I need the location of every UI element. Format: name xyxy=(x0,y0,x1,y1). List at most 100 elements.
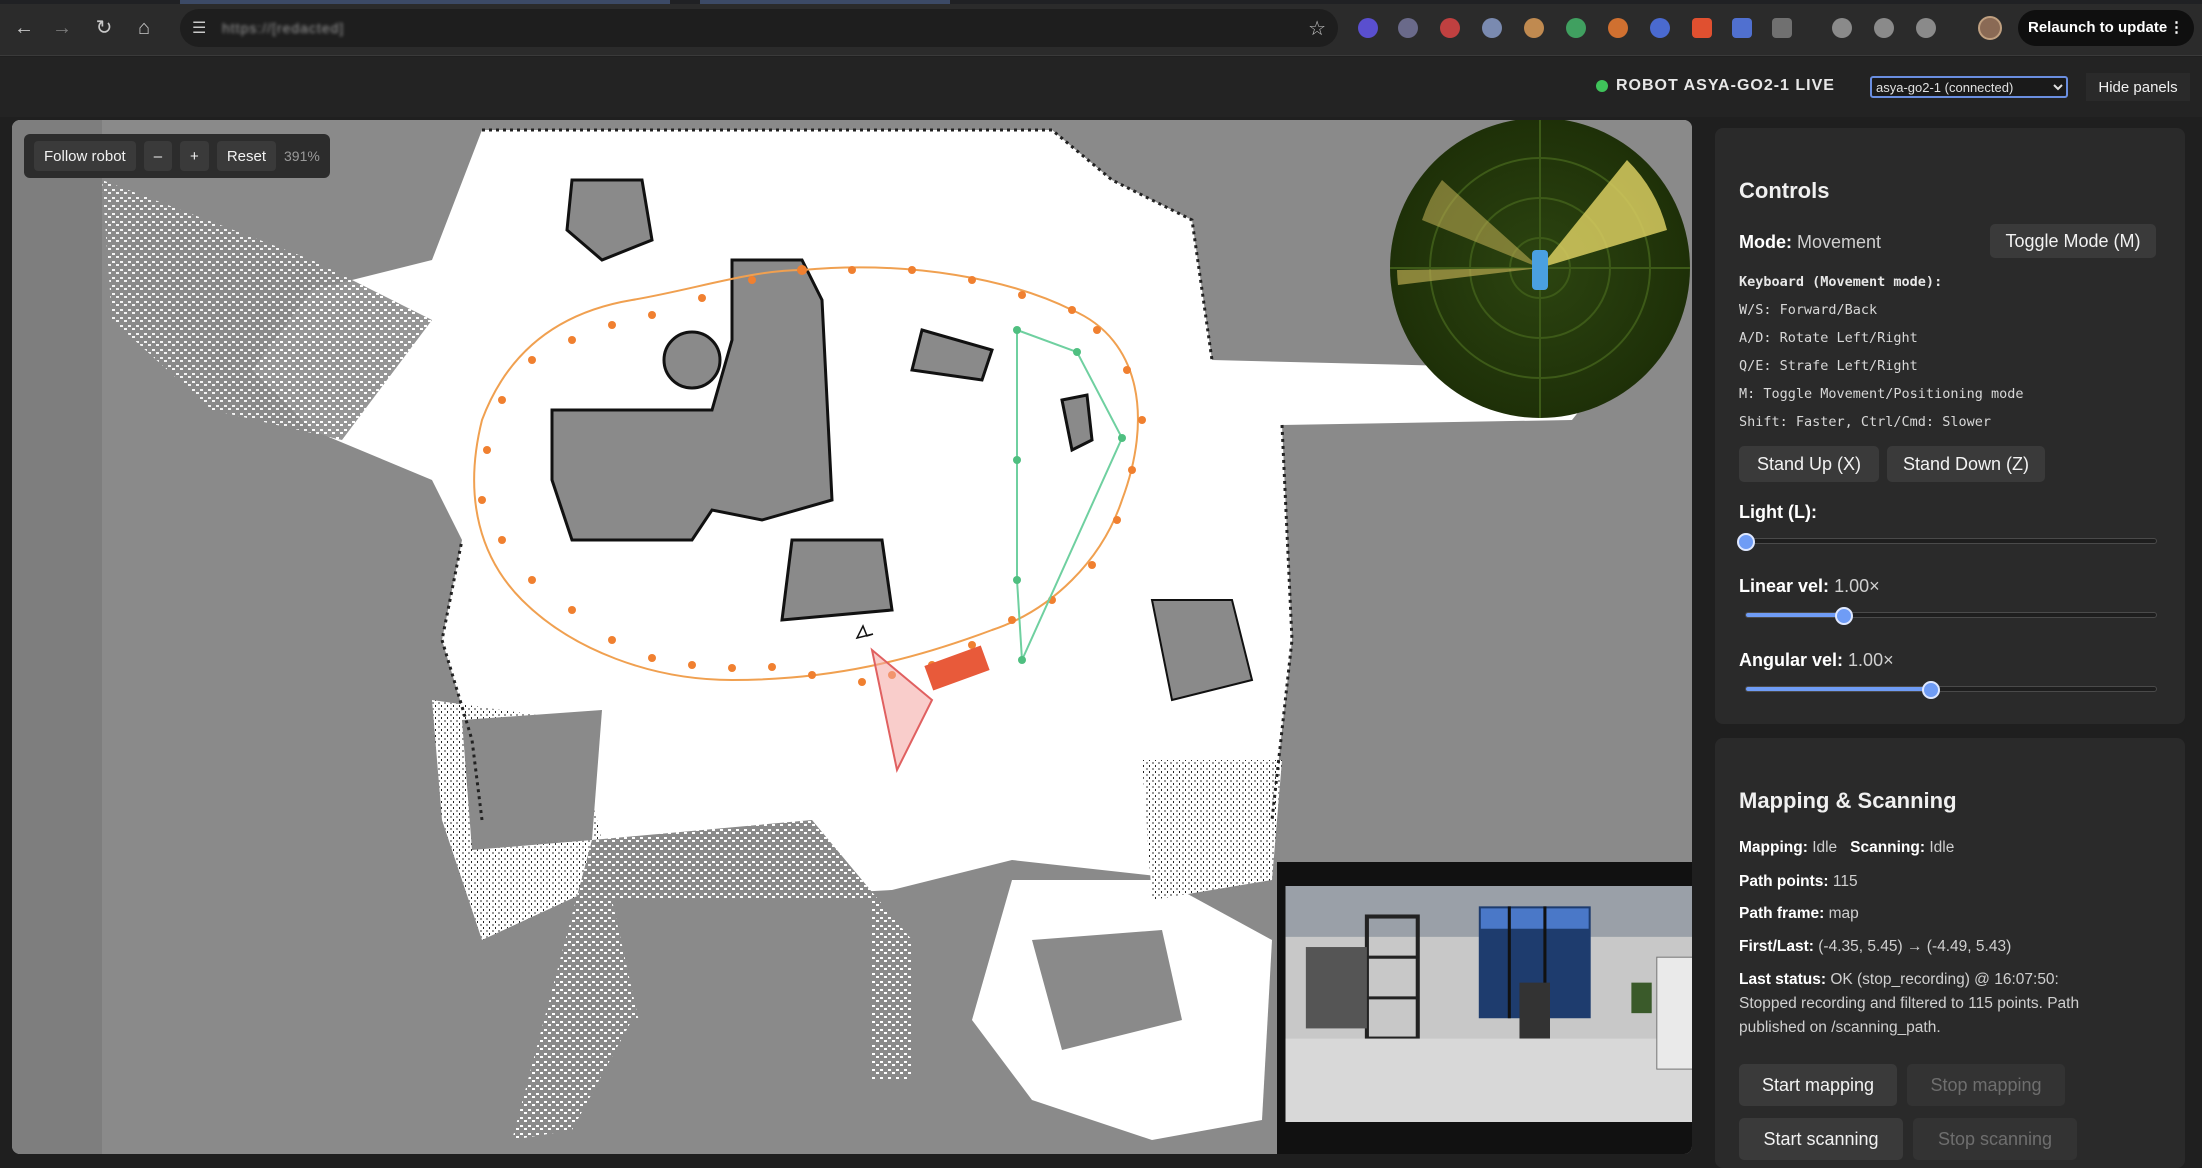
extension-icon[interactable] xyxy=(1482,18,1502,38)
extension-icon[interactable] xyxy=(1650,18,1670,38)
mapping-card: Mapping & Scanning Mapping: Idle Scannin… xyxy=(1715,738,2185,1168)
last-status-label: Last status: xyxy=(1739,971,1826,988)
path-points-value: 115 xyxy=(1832,873,1858,890)
mapping-status: Mapping: Idle Scanning: Idle xyxy=(1739,836,1954,860)
angular-vel-slider-thumb[interactable] xyxy=(1921,681,1940,699)
kebab-menu-icon[interactable]: ⋮ xyxy=(2169,10,2184,46)
relaunch-button[interactable]: Relaunch to update ⋮ xyxy=(2018,10,2194,46)
linear-vel-slider-fill xyxy=(1746,613,1845,617)
linear-vel-slider[interactable] xyxy=(1745,607,2157,625)
last-status-line: published on /scanning_path. xyxy=(1739,1019,1941,1036)
shield-extension-icon[interactable] xyxy=(1398,18,1418,38)
app-header: ROBOT ASYA-GO2-1 LIVE asya-go2-1 (connec… xyxy=(0,57,2202,117)
extension-icon[interactable] xyxy=(1692,18,1712,38)
extension-icon[interactable] xyxy=(1524,18,1544,38)
first-last-value: (-4.35, 5.45) → (-4.49, 5.43) xyxy=(1818,938,2012,955)
follow-robot-button[interactable]: Follow robot xyxy=(34,141,136,171)
keyboard-line: Shift: Faster, Ctrl/Cmd: Slower xyxy=(1739,414,1991,430)
keyboard-line: W/S: Forward/Back xyxy=(1739,302,1878,318)
lidar-radar-widget xyxy=(1390,120,1690,418)
tab-active[interactable] xyxy=(180,0,670,4)
profile-avatar[interactable] xyxy=(1978,16,2002,40)
home-icon[interactable]: ⌂ xyxy=(130,14,158,42)
address-bar[interactable]: ☰ https://[redacted] ☆ xyxy=(180,9,1338,47)
mode-label: Mode: xyxy=(1739,232,1792,252)
last-status-line: OK (stop_recording) @ 16:07:50: xyxy=(1830,971,2059,988)
hide-panels-button[interactable]: Hide panels xyxy=(2086,73,2190,101)
path-points: Path points: 115 xyxy=(1739,870,1858,894)
angular-vel-slider[interactable] xyxy=(1745,681,2157,699)
last-status: Last status: OK (stop_recording) @ 16:07… xyxy=(1739,968,2169,1040)
back-icon[interactable]: ← xyxy=(10,14,38,42)
path-frame: Path frame: map xyxy=(1739,902,1859,926)
first-last: First/Last: (-4.35, 5.45) → (-4.49, 5.43… xyxy=(1739,935,2011,959)
linear-vel-label-text: Linear vel: xyxy=(1739,576,1830,596)
angular-vel-label: Angular vel: 1.00× xyxy=(1739,650,1894,671)
path-frame-value: map xyxy=(1828,905,1859,922)
robot-selector[interactable]: asya-go2-1 (connected) xyxy=(1870,76,2068,98)
first-last-label: First/Last: xyxy=(1739,938,1814,955)
code-icon[interactable] xyxy=(1916,18,1936,38)
bookmark-star-icon[interactable]: ☆ xyxy=(1308,16,1326,41)
angular-vel-slider-fill xyxy=(1746,687,1931,691)
light-slider-thumb[interactable] xyxy=(1737,533,1755,551)
reload-icon[interactable]: ↻ xyxy=(90,14,118,42)
path-frame-label: Path frame: xyxy=(1739,905,1825,922)
extension-icon[interactable] xyxy=(1566,18,1586,38)
browser-toolbar: ← → ↻ ⌂ ☰ https://[redacted] ☆ Relaunch … xyxy=(0,0,2202,56)
angular-vel-label-text: Angular vel: xyxy=(1739,650,1844,670)
mapping-status-value: Idle xyxy=(1812,839,1838,856)
controls-title: Controls xyxy=(1739,178,1830,203)
keyboard-heading: Keyboard (Movement mode): xyxy=(1739,274,1943,290)
live-status-dot xyxy=(1596,80,1608,92)
key-icon[interactable] xyxy=(1832,18,1852,38)
stop-mapping-button[interactable]: Stop mapping xyxy=(1907,1064,2065,1106)
stand-up-button[interactable]: Stand Up (X) xyxy=(1739,446,1879,482)
mode-value: Movement xyxy=(1797,232,1882,252)
controls-card: Controls Mode: Movement Toggle Mode (M) … xyxy=(1715,128,2185,724)
last-status-line: Stopped recording and filtered to 115 po… xyxy=(1739,995,2080,1012)
camera-image xyxy=(1285,886,1692,1122)
light-label: Light (L): xyxy=(1739,502,1817,523)
occupancy-map[interactable]: Follow robot – + Reset 391% xyxy=(12,120,1692,1154)
toggle-mode-button[interactable]: Toggle Mode (M) xyxy=(1990,224,2156,258)
light-slider[interactable] xyxy=(1737,533,2157,551)
site-settings-icon[interactable]: ☰ xyxy=(192,18,206,38)
map-toolbar: Follow robot – + Reset 391% xyxy=(24,134,330,178)
scanning-status-value: Idle xyxy=(1929,839,1955,856)
angular-vel-value: 1.00× xyxy=(1848,650,1894,670)
zoom-in-button[interactable]: + xyxy=(180,141,209,171)
camera-feed xyxy=(1277,862,1692,1154)
extension-icon[interactable] xyxy=(1608,18,1628,38)
keyboard-line: A/D: Rotate Left/Right xyxy=(1739,330,1918,346)
keyboard-line: Q/E: Strafe Left/Right xyxy=(1739,358,1918,374)
linear-vel-value: 1.00× xyxy=(1834,576,1880,596)
extensions-puzzle-icon[interactable] xyxy=(1772,18,1792,38)
forward-icon[interactable]: → xyxy=(48,14,76,42)
robot-status: ROBOT ASYA-GO2-1 LIVE xyxy=(1596,77,1835,95)
extension-icon[interactable] xyxy=(1358,18,1378,38)
path-points-label: Path points: xyxy=(1739,873,1829,890)
relaunch-label: Relaunch to update xyxy=(2028,19,2168,36)
mapping-title: Mapping & Scanning xyxy=(1739,788,1957,813)
link-icon[interactable] xyxy=(1874,18,1894,38)
reset-view-button[interactable]: Reset xyxy=(216,141,276,171)
url-text: https://[redacted] xyxy=(222,20,345,36)
robot-icon xyxy=(1532,250,1548,290)
stand-down-button[interactable]: Stand Down (Z) xyxy=(1887,446,2045,482)
linear-vel-label: Linear vel: 1.00× xyxy=(1739,576,1880,597)
start-mapping-button[interactable]: Start mapping xyxy=(1739,1064,1897,1106)
extension-icon[interactable] xyxy=(1732,18,1752,38)
tab-strip xyxy=(0,0,2202,4)
scanning-status-label: Scanning: xyxy=(1850,839,1926,856)
robot-status-text: ROBOT ASYA-GO2-1 LIVE xyxy=(1616,77,1835,94)
extension-icon[interactable] xyxy=(1440,18,1460,38)
light-label-text: Light (L): xyxy=(1739,502,1817,522)
mapping-status-label: Mapping: xyxy=(1739,839,1808,856)
zoom-level: 391% xyxy=(284,148,320,164)
zoom-out-button[interactable]: – xyxy=(143,141,173,171)
linear-vel-slider-thumb[interactable] xyxy=(1835,607,1854,625)
keyboard-line: M: Toggle Movement/Positioning mode xyxy=(1739,386,2024,402)
mode-indicator: Mode: Movement xyxy=(1739,232,1881,253)
tab[interactable] xyxy=(700,0,950,4)
